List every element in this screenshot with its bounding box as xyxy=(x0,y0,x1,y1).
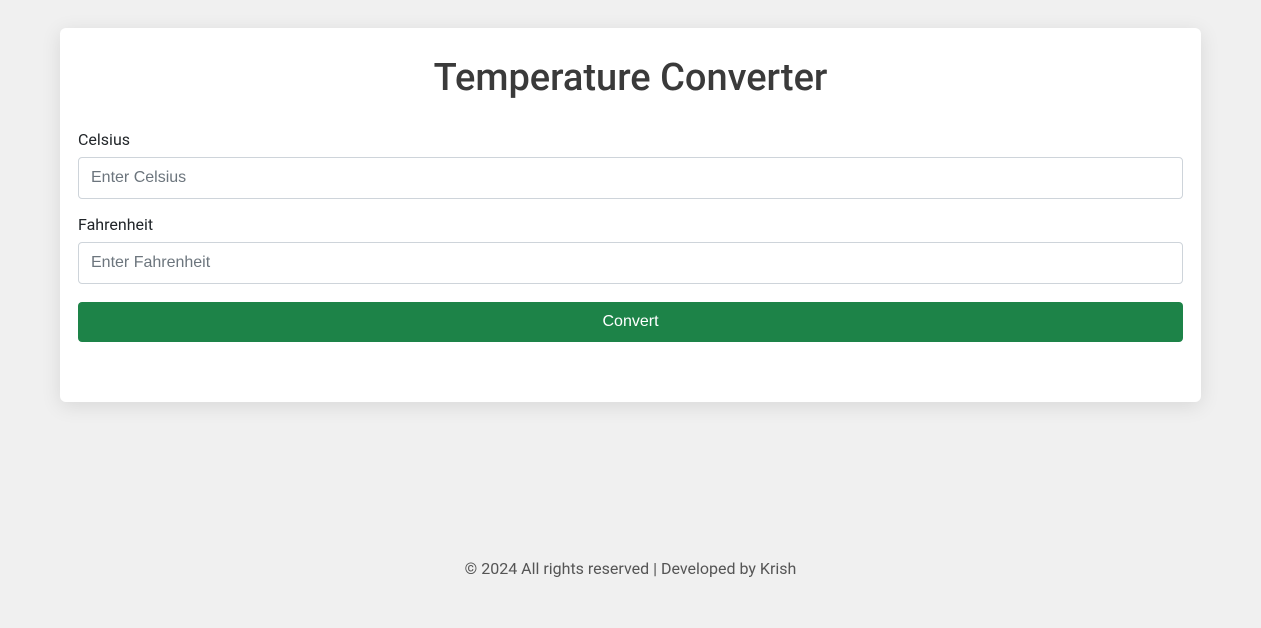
celsius-input[interactable] xyxy=(78,157,1183,199)
convert-button[interactable]: Convert xyxy=(78,302,1183,342)
footer-text: © 2024 All rights reserved | Developed b… xyxy=(0,559,1261,578)
page-title: Temperature Converter xyxy=(78,56,1183,100)
converter-card: Temperature Converter Celsius Fahrenheit… xyxy=(60,28,1201,402)
fahrenheit-label: Fahrenheit xyxy=(78,215,1183,234)
celsius-group: Celsius xyxy=(78,130,1183,199)
fahrenheit-input[interactable] xyxy=(78,242,1183,284)
celsius-label: Celsius xyxy=(78,130,1183,149)
fahrenheit-group: Fahrenheit xyxy=(78,215,1183,284)
